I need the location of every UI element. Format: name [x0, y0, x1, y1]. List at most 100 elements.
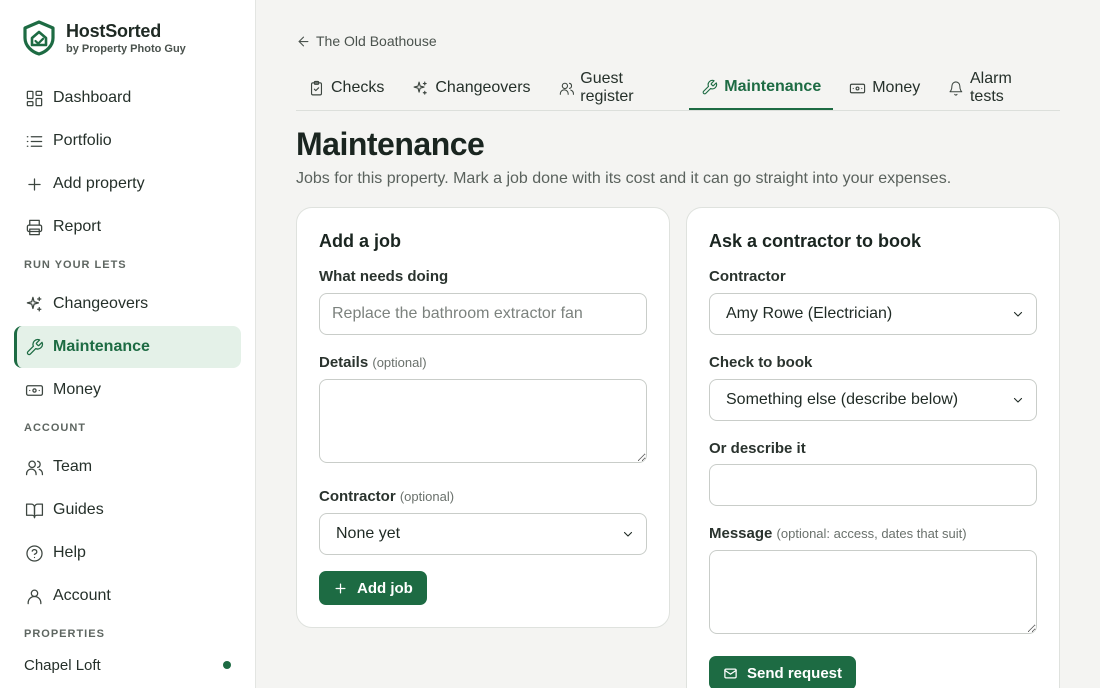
- property-tabs: Checks Changeovers Guest register Mainte…: [296, 66, 1060, 111]
- page-title: Maintenance: [296, 126, 485, 162]
- job-title-input[interactable]: [319, 293, 647, 335]
- section-heading-run-your-lets: RUN YOUR LETS: [24, 259, 127, 271]
- contractor-label: Contractor: [709, 268, 786, 285]
- status-dot: [223, 661, 231, 669]
- sidebar-item-account[interactable]: Account: [14, 575, 241, 617]
- sidebar-item-dashboard[interactable]: Dashboard: [14, 77, 241, 119]
- tab-label: Guest register: [580, 70, 634, 105]
- sidebar-item-label: Guides: [53, 501, 104, 518]
- button-label: Add job: [357, 579, 413, 597]
- wrench-icon: [702, 79, 718, 94]
- sidebar-item-maintenance[interactable]: Maintenance: [14, 326, 241, 368]
- section-heading-properties: PROPERTIES: [24, 628, 105, 640]
- tab-checks[interactable]: Checks: [296, 66, 396, 110]
- sidebar-item-label: Money: [53, 381, 102, 398]
- details-textarea[interactable]: [319, 379, 647, 463]
- chevron-down-icon: [1013, 397, 1023, 403]
- sidebar-item-report[interactable]: Report: [14, 206, 241, 248]
- banknote-icon: [24, 380, 44, 400]
- back-link[interactable]: The Old Boathouse: [296, 33, 437, 49]
- users-icon: [559, 82, 574, 95]
- label-text: What needs doing: [319, 268, 449, 285]
- tab-label: Money: [872, 79, 921, 96]
- sidebar-item-label: Help: [53, 544, 86, 561]
- label-text: Check to book: [709, 354, 813, 371]
- tab-maintenance[interactable]: Maintenance: [689, 66, 834, 110]
- check-to-book-select[interactable]: Something else (describe below): [709, 379, 1037, 421]
- sidebar-item-team[interactable]: Team: [14, 446, 241, 488]
- tab-guest-register[interactable]: Guest register: [547, 66, 686, 110]
- describe-label: Or describe it: [709, 440, 806, 457]
- brand-name: HostSorted: [66, 20, 162, 41]
- users-icon: [24, 457, 44, 477]
- page-subtitle: Jobs for this property. Mark a job done …: [296, 170, 952, 187]
- describe-input[interactable]: [709, 464, 1037, 506]
- sidebar-item-label: Team: [53, 458, 93, 475]
- arrow-left-icon: [298, 36, 309, 46]
- tab-changeovers[interactable]: Changeovers: [400, 66, 542, 110]
- printer-icon: [24, 217, 44, 237]
- ask-contractor-select[interactable]: Amy Rowe (Electrician): [709, 293, 1037, 335]
- wrench-icon: [24, 337, 44, 357]
- tab-money[interactable]: Money: [837, 66, 932, 110]
- optional-hint: (optional): [399, 489, 455, 504]
- add-job-card: Add a job What needs doing Details (opti…: [296, 207, 670, 628]
- tab-alarm-tests[interactable]: Alarm tests: [936, 66, 1056, 110]
- label-text: Contractor: [709, 268, 786, 285]
- chevron-down-icon: [623, 531, 633, 537]
- help-icon: [24, 543, 44, 563]
- label-text: Message: [709, 525, 773, 542]
- add-job-button[interactable]: Add job: [319, 571, 427, 605]
- back-link-label: The Old Boathouse: [316, 33, 437, 49]
- sidebar-item-label: Account: [53, 587, 111, 604]
- sidebar-item-label: Portfolio: [53, 132, 112, 149]
- sidebar-item-label: Report: [53, 218, 102, 235]
- send-request-button[interactable]: Send request: [709, 656, 857, 688]
- select-value: None yet: [336, 525, 401, 542]
- sidebar-item-guides[interactable]: Guides: [14, 489, 241, 531]
- sidebar-property-chapel-loft[interactable]: Chapel Loft: [14, 652, 241, 678]
- message-label: Message (optional: access, dates that su…: [709, 525, 967, 542]
- contractor-select[interactable]: None yet: [319, 513, 647, 555]
- plus-icon: [335, 583, 346, 593]
- mail-icon: [724, 668, 737, 678]
- tab-label: Alarm tests: [969, 70, 1012, 105]
- chevron-down-icon: [1013, 311, 1023, 317]
- optional-hint: (optional): [372, 355, 427, 370]
- sidebar-item-label: Add property: [53, 175, 145, 192]
- logo-icon: [23, 20, 55, 56]
- ask-contractor-card: Ask a contractor to book Contractor Amy …: [686, 207, 1060, 688]
- tab-label: Maintenance: [724, 78, 822, 95]
- tab-label: Checks: [331, 79, 385, 96]
- button-label: Send request: [747, 664, 843, 682]
- tab-label: Changeovers: [435, 79, 531, 96]
- sidebar-item-label: Changeovers: [53, 295, 149, 312]
- main-content: The Old Boathouse Checks Changeovers Gue…: [256, 0, 1100, 688]
- label-text: Contractor: [319, 488, 396, 505]
- sidebar-item-label: Maintenance: [53, 338, 150, 355]
- check-to-book-label: Check to book: [709, 354, 812, 371]
- label-text: Details: [319, 354, 369, 371]
- what-needs-doing-label: What needs doing: [319, 268, 448, 285]
- sidebar-item-changeovers[interactable]: Changeovers: [14, 283, 241, 325]
- sparkles-icon: [413, 81, 428, 95]
- brand[interactable]: HostSorted by Property Photo Guy: [22, 20, 186, 56]
- select-value: Amy Rowe (Electrician): [726, 305, 893, 322]
- sidebar-item-add-property[interactable]: Add property: [14, 163, 241, 205]
- brand-tagline: by Property Photo Guy: [66, 42, 186, 55]
- plus-icon: [24, 174, 44, 194]
- card-title: Ask a contractor to book: [709, 231, 922, 251]
- sidebar-item-label: Dashboard: [53, 89, 132, 106]
- card-title: Add a job: [319, 231, 401, 251]
- message-textarea[interactable]: [709, 550, 1037, 634]
- sidebar-item-portfolio[interactable]: Portfolio: [14, 120, 241, 162]
- sidebar-item-help[interactable]: Help: [14, 532, 241, 574]
- book-icon: [24, 500, 44, 520]
- contractor-label: Contractor (optional): [319, 488, 454, 505]
- user-icon: [24, 586, 44, 606]
- list-icon: [24, 131, 44, 151]
- optional-hint: (optional: access, dates that suit): [776, 526, 967, 541]
- dashboard-icon: [24, 88, 44, 108]
- sidebar-item-money[interactable]: Money: [14, 369, 241, 411]
- banknote-icon: [850, 83, 866, 93]
